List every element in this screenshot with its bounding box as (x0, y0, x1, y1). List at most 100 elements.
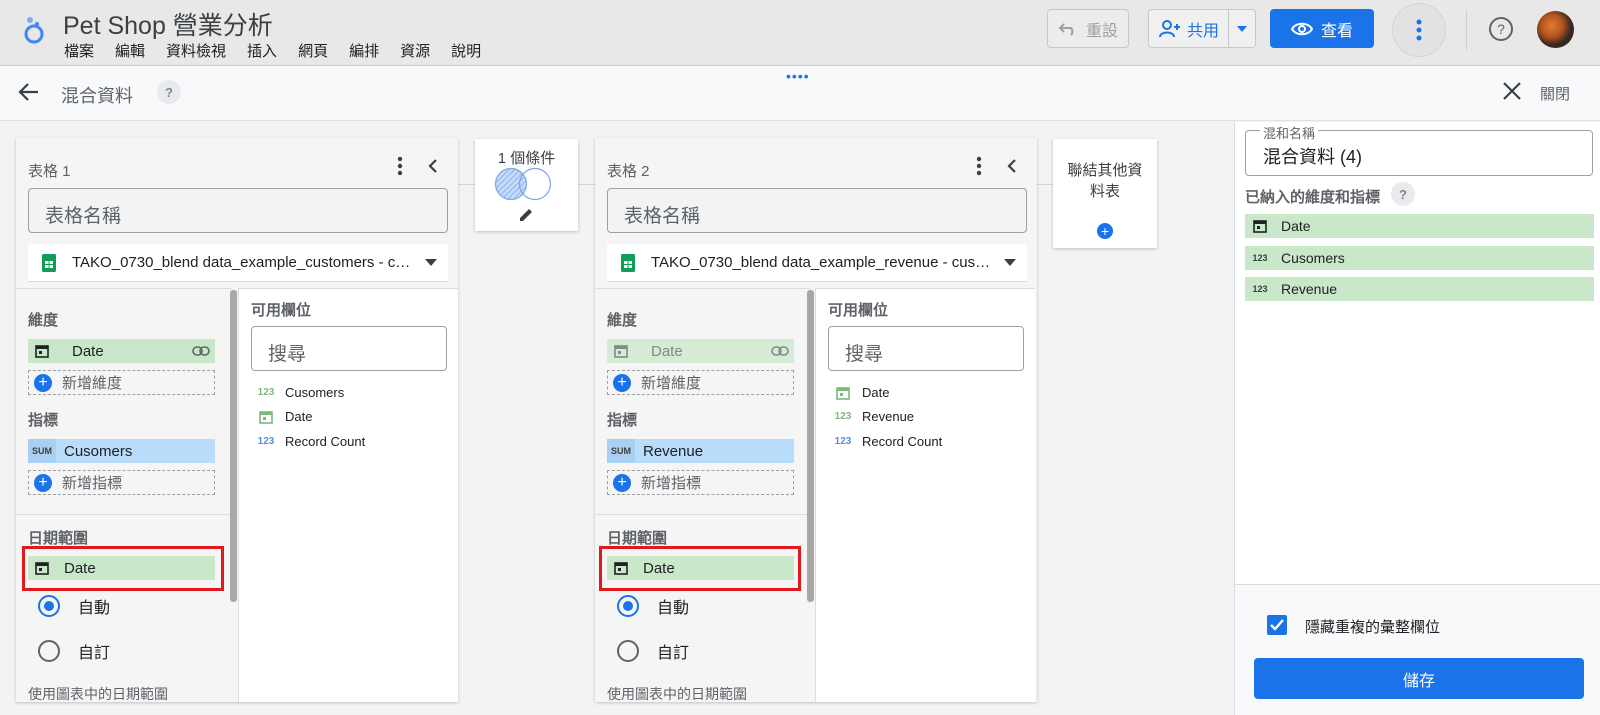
included-field-revenue[interactable]: 123 Revenue (1245, 277, 1594, 301)
calendar-icon (834, 386, 852, 400)
dimension-chip-date[interactable]: Date (607, 339, 794, 363)
undo-label: 重設 (1085, 22, 1118, 40)
link-icon (187, 346, 215, 356)
menu-page[interactable]: 網頁 (298, 40, 328, 61)
menu-file[interactable]: 檔案 (64, 40, 94, 61)
scrollbar[interactable] (807, 290, 814, 602)
metric-chip[interactable]: SUM Cusomers (28, 439, 215, 463)
field-name: Cusomers (285, 385, 345, 400)
view-button[interactable]: 查看 (1270, 9, 1374, 48)
table-name-input[interactable]: 表格名稱 (28, 188, 448, 233)
metric-chip[interactable]: SUM Revenue (607, 439, 794, 463)
menu-help[interactable]: 說明 (451, 40, 481, 61)
blend-name-field[interactable]: 混和名稱 混合資料 (4) (1245, 123, 1593, 176)
edit-pencil-icon[interactable] (518, 207, 534, 223)
included-help-icon[interactable]: ? (1391, 182, 1415, 206)
looker-studio-logo-icon[interactable] (20, 14, 52, 46)
save-button[interactable]: 儲存 (1254, 658, 1584, 699)
number-type-icon: 123 (834, 436, 852, 447)
undo-icon (1058, 22, 1074, 36)
more-options-button[interactable] (1392, 3, 1446, 57)
available-fields-label: 可用欄位 (828, 302, 889, 319)
table-menu-button[interactable] (390, 154, 410, 178)
available-fields-label: 可用欄位 (251, 302, 312, 319)
menu-insert[interactable]: 插入 (247, 40, 277, 61)
user-avatar[interactable] (1537, 11, 1574, 48)
svg-text:?: ? (1497, 21, 1505, 37)
radio-custom[interactable]: 自訂 (617, 639, 689, 663)
join-condition-card[interactable]: 1 個條件 (475, 139, 578, 231)
data-source-select[interactable]: TAKO_0730_blend data_example_customers -… (28, 244, 448, 282)
menu-data-view[interactable]: 資料檢視 (166, 40, 226, 61)
hide-duplicates-label[interactable]: 隱藏重複的彙整欄位 (1305, 616, 1440, 637)
collapse-button[interactable] (422, 154, 444, 178)
link-icon (766, 346, 794, 356)
metrics-label: 指標 (28, 412, 59, 429)
drag-handle-icon[interactable]: •••• (786, 68, 810, 84)
dimension-chip-date[interactable]: Date (28, 339, 215, 363)
included-fields-label: 已納入的維度和指標 (1245, 189, 1381, 206)
blend-help-icon[interactable]: ? (157, 80, 181, 104)
field-item[interactable]: 123 Revenue (834, 409, 914, 424)
help-icon[interactable]: ? (1488, 16, 1514, 42)
radio-custom[interactable]: 自訂 (38, 639, 110, 663)
collapse-button[interactable] (1001, 154, 1023, 178)
menu-arrange[interactable]: 編排 (349, 40, 379, 61)
join-connector-line (457, 184, 475, 185)
back-arrow-icon[interactable] (16, 79, 42, 105)
field-item[interactable]: Date (257, 409, 312, 424)
included-field-cusomers[interactable]: 123 Cusomers (1245, 246, 1594, 270)
add-metric-button[interactable]: + 新增指標 (607, 470, 794, 495)
aggregation-badge: SUM (28, 439, 56, 463)
add-metric-label: 新增指標 (62, 475, 123, 492)
add-dimension-button[interactable]: + 新增維度 (607, 370, 794, 395)
share-button[interactable]: 共用 (1148, 9, 1256, 48)
field-search-input[interactable]: 搜尋 (251, 326, 447, 371)
metric-name: Cusomers (64, 442, 133, 460)
menu-edit[interactable]: 編輯 (115, 40, 145, 61)
custom-label: 自訂 (78, 645, 111, 662)
report-title[interactable]: Pet Shop 營業分析 (63, 6, 273, 42)
radio-unselected-icon (617, 640, 639, 662)
caret-down-icon (993, 259, 1027, 266)
add-metric-button[interactable]: + 新增指標 (28, 470, 215, 495)
share-main[interactable]: 共用 (1149, 10, 1229, 47)
field-search-input[interactable]: 搜尋 (828, 326, 1024, 371)
chevron-left-icon (1007, 159, 1016, 173)
close-label[interactable]: 關閉 (1540, 83, 1570, 104)
dimension-name: Date (72, 342, 104, 360)
available-fields-panel: 可用欄位 搜尋 Date 123 Revenue 123 Record Coun… (815, 288, 1035, 702)
radio-auto[interactable]: 自動 (617, 594, 689, 618)
caret-down-icon (1237, 25, 1247, 32)
field-name: Date (862, 385, 890, 400)
share-dropdown[interactable] (1229, 25, 1255, 32)
radio-selected-icon (38, 595, 60, 617)
included-field-date[interactable]: Date (1245, 214, 1594, 238)
add-dimension-button[interactable]: + 新增維度 (28, 370, 215, 395)
radio-auto[interactable]: 自動 (38, 594, 110, 618)
field-item[interactable]: 123 Record Count (834, 434, 943, 449)
metric-name: Revenue (643, 442, 704, 460)
close-icon[interactable] (1499, 78, 1525, 104)
add-metric-label: 新增指標 (641, 475, 702, 492)
vertical-dots-icon (976, 156, 982, 176)
available-fields-panel: 可用欄位 搜尋 123 Cusomers Date 123 Record Cou… (238, 288, 458, 702)
field-item[interactable]: 123 Cusomers (257, 385, 345, 400)
field-item[interactable]: 123 Record Count (257, 434, 366, 449)
calendar-icon (607, 339, 635, 363)
menu-resource[interactable]: 資源 (400, 40, 430, 61)
field-item[interactable]: Date (834, 385, 889, 400)
add-icon[interactable]: + (1097, 223, 1113, 239)
google-sheets-icon (621, 253, 635, 272)
join-connector-line (1037, 184, 1053, 185)
data-source-select[interactable]: TAKO_0730_blend data_example_revenue - c… (607, 244, 1027, 282)
scrollbar[interactable] (230, 290, 237, 602)
table-menu-button[interactable] (969, 154, 989, 178)
undo-button[interactable]: 重設 (1047, 9, 1129, 48)
hide-duplicates-checkbox[interactable] (1267, 615, 1287, 635)
add-person-icon (1159, 19, 1180, 37)
custom-label: 自訂 (657, 645, 690, 662)
table-name-input[interactable]: 表格名稱 (607, 188, 1027, 233)
blend-editor-header: •••• 混合資料 ? 關閉 (0, 66, 1600, 121)
join-another-table-card[interactable]: 聯結其他資料表 + (1053, 139, 1157, 248)
